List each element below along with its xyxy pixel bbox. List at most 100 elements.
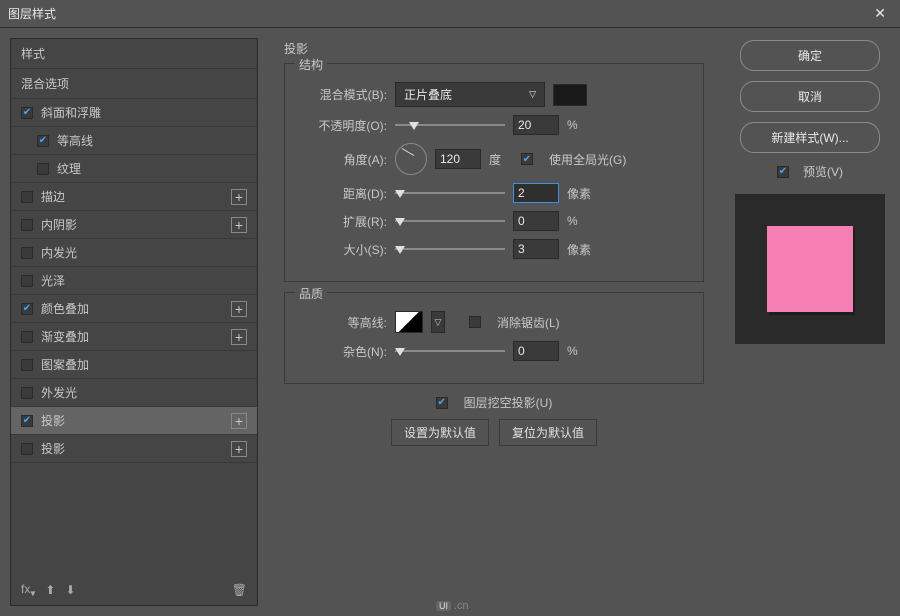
add-effect-icon[interactable]: + — [231, 413, 247, 429]
style-checkbox[interactable] — [21, 387, 33, 399]
style-item-0[interactable]: 斜面和浮雕 — [11, 99, 257, 127]
style-item-10[interactable]: 外发光 — [11, 379, 257, 407]
style-checkbox[interactable] — [21, 415, 33, 427]
style-label: 内阴影 — [41, 216, 77, 233]
style-item-6[interactable]: 光泽 — [11, 267, 257, 295]
angle-label: 角度(A): — [297, 151, 387, 168]
knockout-checkbox[interactable]: ✔ — [436, 397, 448, 409]
quality-legend: 品质 — [295, 285, 327, 302]
knockout-label: 图层挖空投影(U) — [464, 394, 553, 411]
distance-slider[interactable] — [395, 186, 505, 200]
style-label: 颜色叠加 — [41, 300, 89, 317]
noise-unit: % — [567, 344, 591, 358]
style-checkbox[interactable] — [37, 163, 49, 175]
spread-input[interactable] — [513, 211, 559, 231]
antialias-label: 消除锯齿(L) — [497, 314, 560, 331]
contour-label: 等高线: — [297, 314, 387, 331]
style-checkbox[interactable] — [21, 331, 33, 343]
angle-input[interactable] — [435, 149, 481, 169]
spread-label: 扩展(R): — [297, 213, 387, 230]
style-label: 等高线 — [57, 132, 93, 149]
size-input[interactable] — [513, 239, 559, 259]
style-item-7[interactable]: 颜色叠加 + — [11, 295, 257, 323]
size-slider[interactable] — [395, 242, 505, 256]
blend-mode-select[interactable]: 正片叠底▽ — [395, 82, 545, 107]
add-effect-icon[interactable]: + — [231, 301, 247, 317]
opacity-label: 不透明度(O): — [297, 117, 387, 134]
style-checkbox[interactable] — [37, 135, 49, 147]
size-unit: 像素 — [567, 241, 591, 258]
angle-unit: 度 — [489, 151, 513, 168]
opacity-slider[interactable] — [395, 118, 505, 132]
structure-legend: 结构 — [295, 56, 327, 73]
style-label: 外发光 — [41, 384, 77, 401]
style-checkbox[interactable] — [21, 275, 33, 287]
style-checkbox[interactable] — [21, 219, 33, 231]
size-label: 大小(S): — [297, 241, 387, 258]
preview-swatch — [767, 226, 853, 312]
blend-options-header[interactable]: 混合选项 — [11, 69, 257, 99]
preview-label: 预览(V) — [803, 163, 843, 180]
style-label: 图案叠加 — [41, 356, 89, 373]
add-effect-icon[interactable]: + — [231, 217, 247, 233]
style-checkbox[interactable] — [21, 191, 33, 203]
style-item-5[interactable]: 内发光 — [11, 239, 257, 267]
opacity-unit: % — [567, 118, 591, 132]
set-default-button[interactable]: 设置为默认值 — [391, 419, 489, 446]
cancel-button[interactable]: 取消 — [740, 81, 880, 112]
style-checkbox[interactable] — [21, 359, 33, 371]
noise-input[interactable] — [513, 341, 559, 361]
style-item-4[interactable]: 内阴影 + — [11, 211, 257, 239]
style-item-11[interactable]: 投影 + — [11, 407, 257, 435]
angle-dial[interactable] — [395, 143, 427, 175]
watermark: UI.cn — [436, 600, 469, 612]
add-effect-icon[interactable]: + — [231, 189, 247, 205]
style-item-9[interactable]: 图案叠加 — [11, 351, 257, 379]
noise-slider[interactable] — [395, 344, 505, 358]
noise-label: 杂色(N): — [297, 343, 387, 360]
ok-button[interactable]: 确定 — [740, 40, 880, 71]
opacity-input[interactable] — [513, 115, 559, 135]
contour-picker[interactable] — [395, 311, 423, 333]
arrow-down-icon[interactable]: ⬇ — [65, 583, 75, 597]
style-item-8[interactable]: 渐变叠加 + — [11, 323, 257, 351]
style-item-3[interactable]: 描边 + — [11, 183, 257, 211]
style-label: 光泽 — [41, 272, 65, 289]
reset-default-button[interactable]: 复位为默认值 — [499, 419, 597, 446]
panel-title: 投影 — [284, 40, 704, 57]
global-light-checkbox[interactable]: ✔ — [521, 153, 533, 165]
style-item-1[interactable]: 等高线 — [11, 127, 257, 155]
distance-unit: 像素 — [567, 185, 591, 202]
preview-checkbox[interactable]: ✔ — [777, 166, 789, 178]
style-checkbox[interactable] — [21, 443, 33, 455]
window-title: 图层样式 — [8, 5, 56, 22]
style-checkbox[interactable] — [21, 303, 33, 315]
style-label: 纹理 — [57, 160, 81, 177]
distance-input[interactable] — [513, 183, 559, 203]
style-label: 描边 — [41, 188, 65, 205]
styles-header[interactable]: 样式 — [11, 39, 257, 69]
global-light-label: 使用全局光(G) — [549, 151, 626, 168]
style-label: 内发光 — [41, 244, 77, 261]
close-icon[interactable]: ✕ — [868, 5, 892, 22]
trash-icon[interactable]: 🗑 — [232, 583, 247, 597]
new-style-button[interactable]: 新建样式(W)... — [740, 122, 880, 153]
add-effect-icon[interactable]: + — [231, 329, 247, 345]
fx-menu[interactable]: fx▾ — [21, 582, 35, 599]
style-item-12[interactable]: 投影 + — [11, 435, 257, 463]
style-checkbox[interactable] — [21, 107, 33, 119]
style-item-2[interactable]: 纹理 — [11, 155, 257, 183]
distance-label: 距离(D): — [297, 185, 387, 202]
spread-slider[interactable] — [395, 214, 505, 228]
add-effect-icon[interactable]: + — [231, 441, 247, 457]
style-label: 投影 — [41, 412, 65, 429]
chevron-down-icon: ▽ — [529, 89, 536, 100]
style-checkbox[interactable] — [21, 247, 33, 259]
antialias-checkbox[interactable] — [469, 316, 481, 328]
shadow-color-swatch[interactable] — [553, 84, 587, 106]
style-label: 渐变叠加 — [41, 328, 89, 345]
arrow-up-icon[interactable]: ⬆ — [45, 583, 55, 597]
blend-mode-label: 混合模式(B): — [297, 86, 387, 103]
contour-dropdown[interactable]: ▽ — [431, 311, 445, 333]
style-label: 投影 — [41, 440, 65, 457]
